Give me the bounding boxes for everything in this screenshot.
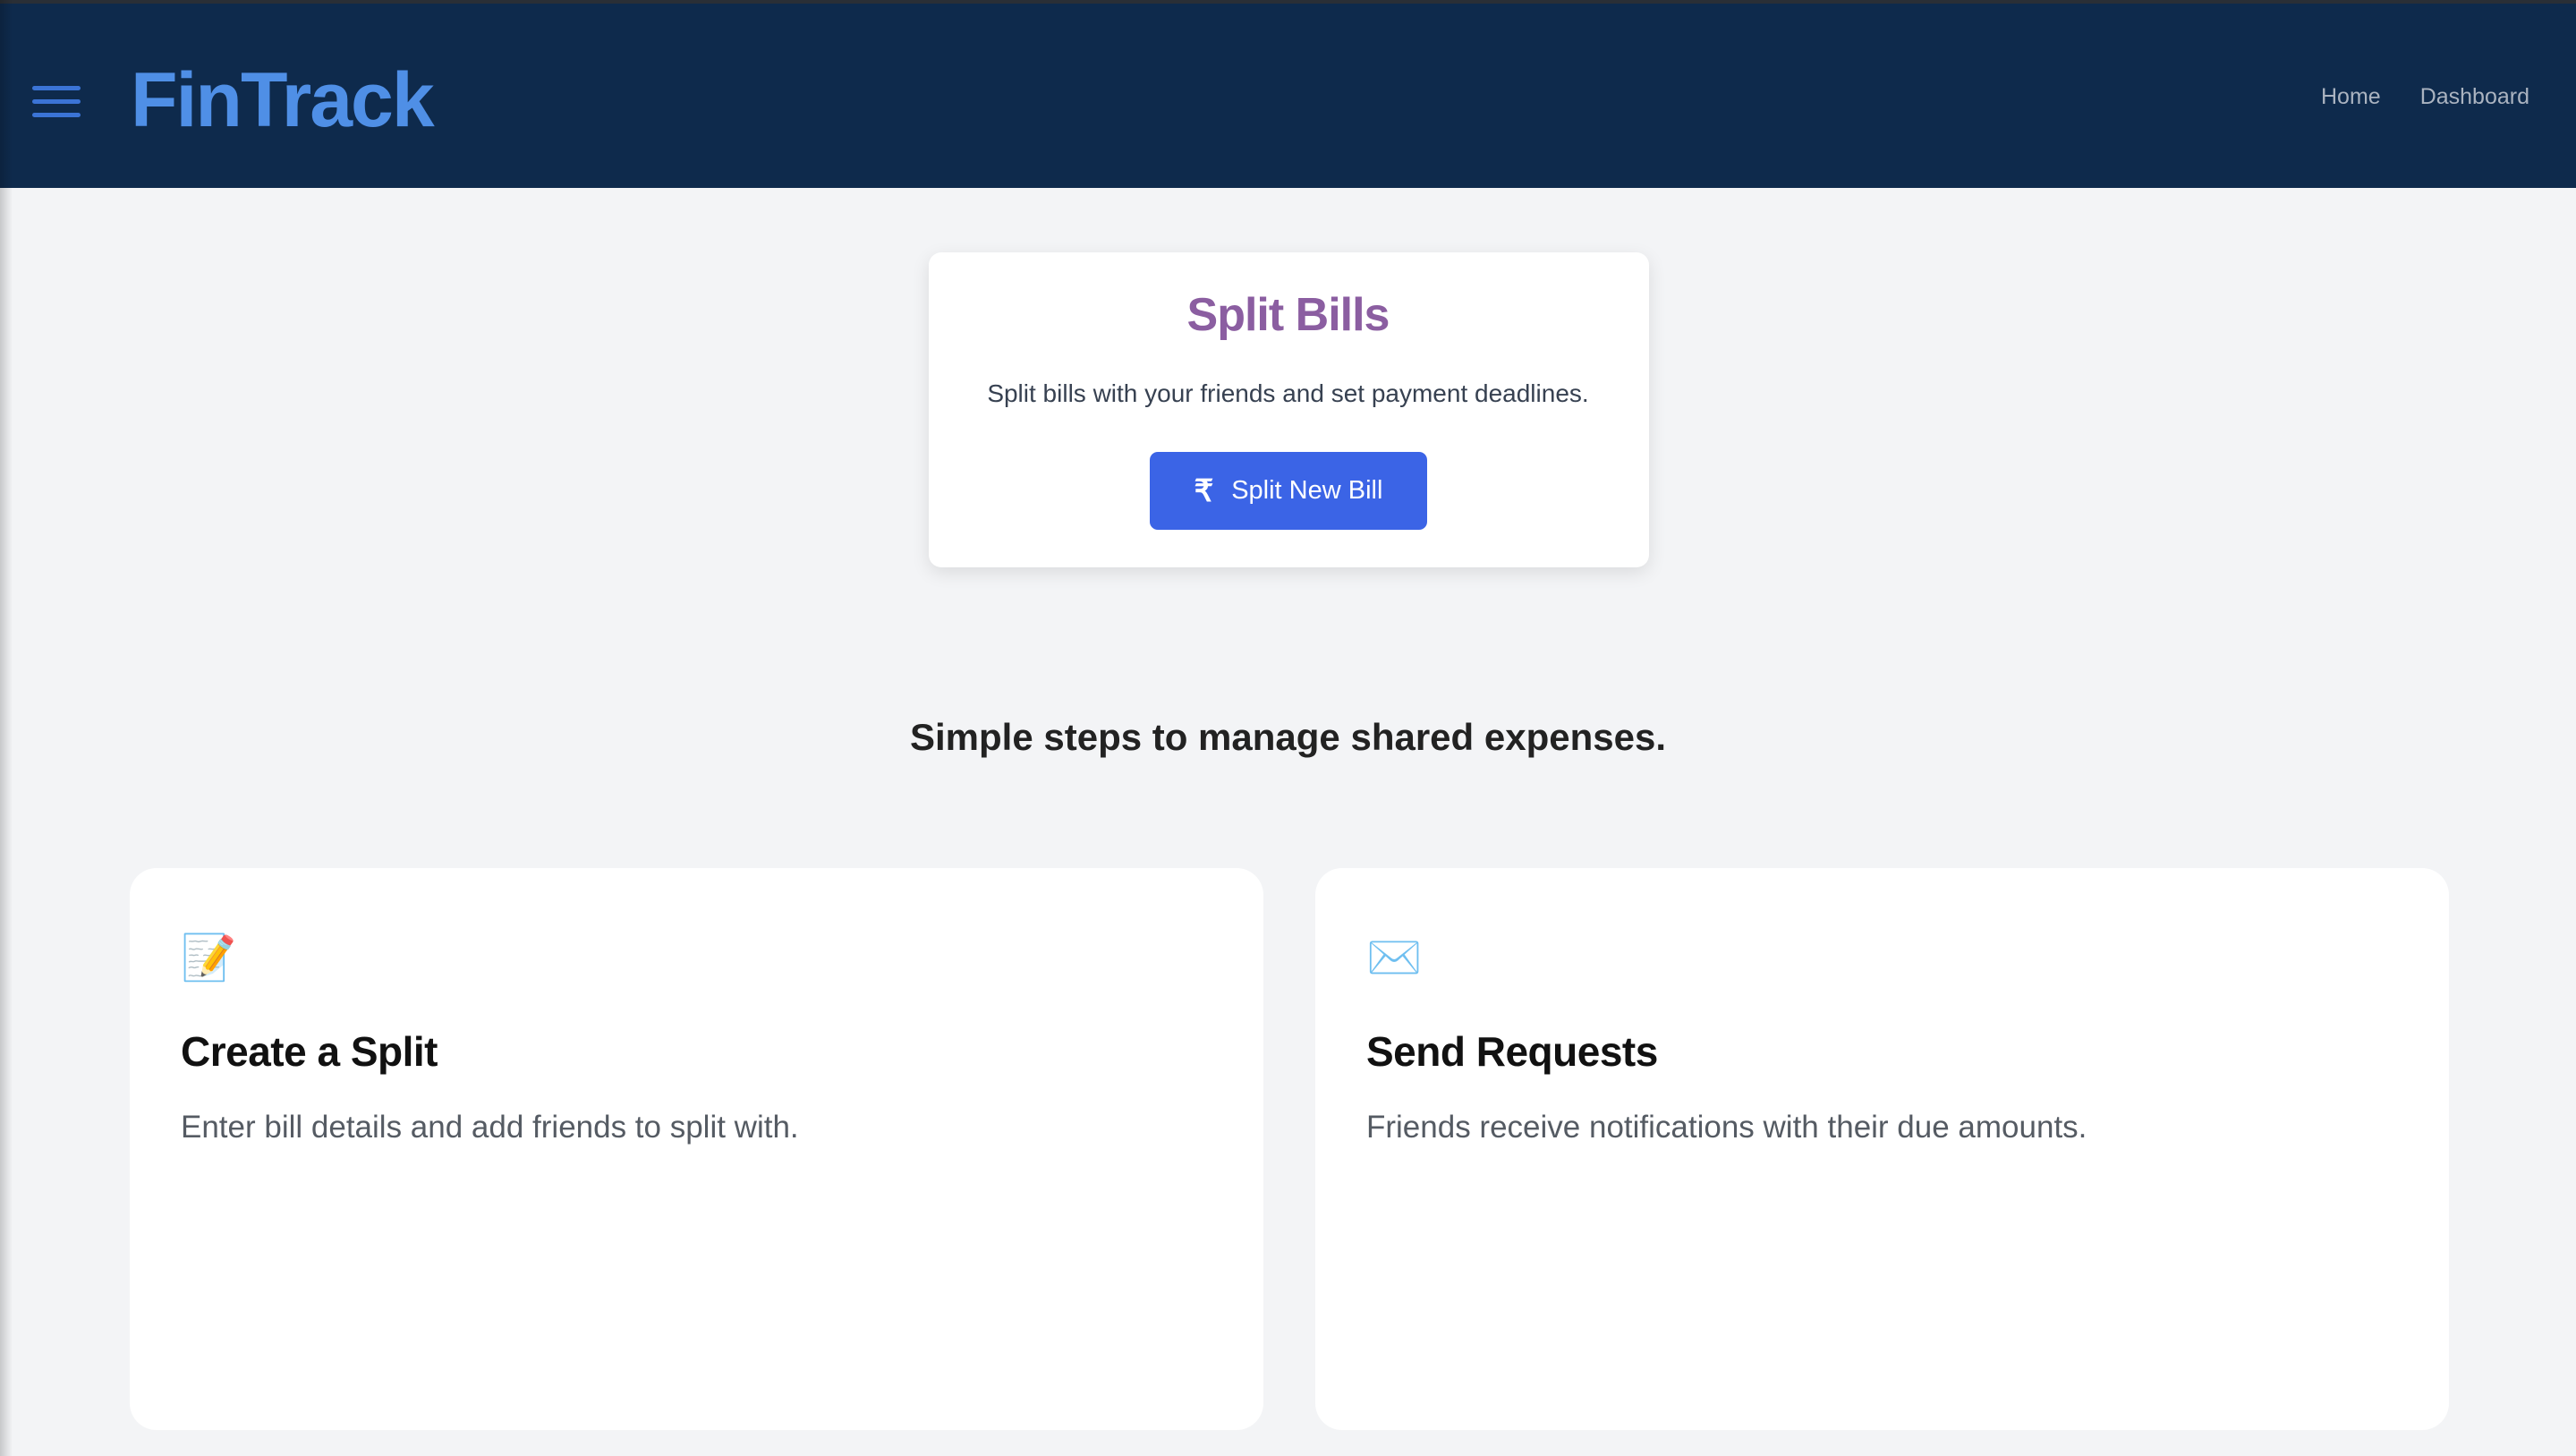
step-title: Create a Split [181,1028,438,1075]
split-new-bill-button[interactable]: ₹ Split New Bill [1150,452,1427,530]
rupee-icon: ₹ [1194,473,1214,508]
split-bills-description: Split bills with your friends and set pa… [987,379,1589,407]
hamburger-menu-icon[interactable] [32,86,81,118]
top-navbar: FinTrack Home Dashboard [0,0,2576,188]
memo-icon: 📝 [181,932,237,983]
step-description: Friends receive notifications with their… [1366,1110,2087,1145]
step-title: Send Requests [1366,1028,1658,1075]
steps-heading: Simple steps to manage shared expenses. [909,716,1666,758]
top-nav: Home Dashboard [2321,84,2529,110]
envelope-icon: ✉️ [1366,932,1423,983]
step-description: Enter bill details and add friends to sp… [181,1110,799,1145]
nav-dashboard-link[interactable]: Dashboard [2420,84,2529,110]
brand-logo[interactable]: FinTrack [131,55,435,145]
split-new-bill-label: Split New Bill [1231,476,1383,505]
nav-home-link[interactable]: Home [2321,84,2381,110]
step-card-send-requests: ✉️ Send Requests Friends receive notific… [1315,868,2449,1430]
split-bills-title: Split Bills [1186,289,1390,341]
step-card-create-split: 📝 Create a Split Enter bill details and … [130,868,1263,1430]
window-edge-shadow [0,0,13,1456]
